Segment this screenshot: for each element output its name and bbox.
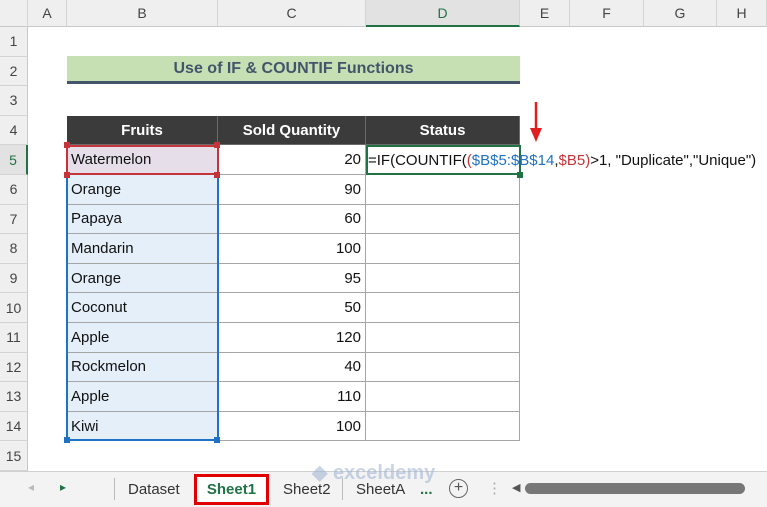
row-header-2[interactable]: 2 [0,56,28,87]
row-header-15[interactable]: 15 [0,441,28,471]
scroll-left-icon[interactable]: ◂ [28,480,34,494]
quantity-cell[interactable]: 60 [218,204,366,235]
formula-in-cell-d5[interactable]: =IF(COUNTIF(($B$5:$B$14, $B5) >1, "Duplica… [366,146,756,175]
quantity-cell[interactable]: 50 [218,293,366,323]
column-header-C[interactable]: C [218,0,366,27]
row-header-4[interactable]: 4 [0,115,28,146]
row-header-13[interactable]: 13 [0,382,28,412]
quantity-cell[interactable]: 110 [218,382,366,412]
splitter-icon[interactable]: ⋮ [487,479,502,497]
status-cell[interactable] [366,175,520,205]
column-header-B[interactable]: B [67,0,218,27]
row-header-12[interactable]: 12 [0,352,28,383]
status-cell[interactable] [366,263,520,294]
arrow-down-icon [530,102,542,142]
cell-ref: $B5 [558,152,586,169]
status-cell[interactable] [366,293,520,323]
ref-highlight-b5 [66,145,219,175]
quantity-cell[interactable]: 95 [218,263,366,294]
table-header: Sold Quantity [218,115,366,146]
row-header-3[interactable]: 3 [0,86,28,116]
status-cell[interactable] [366,323,520,353]
quantity-cell[interactable]: 100 [218,411,366,442]
table-header: Fruits [67,115,218,146]
quantity-cell[interactable]: 20 [218,145,366,175]
row-header-5[interactable]: 5 [0,145,28,175]
table-header: Status [366,115,520,146]
status-cell[interactable] [366,411,520,442]
row-header-6[interactable]: 6 [0,175,28,205]
range-ref: $B$5:$B$14 [471,152,555,169]
status-cell[interactable] [366,352,520,383]
watermark-logo: ◆ exceldemy [312,462,436,484]
column-header-D[interactable]: D [366,0,520,27]
add-sheet-icon[interactable]: + [449,479,468,498]
column-header-E[interactable]: E [520,0,570,27]
range-highlight-b5-b14 [66,145,219,442]
row-header-14[interactable]: 14 [0,411,28,442]
row-header-7[interactable]: 7 [0,204,28,235]
range-handle[interactable] [214,437,220,444]
status-cell[interactable] [366,234,520,264]
column-header-A[interactable]: A [28,0,67,27]
row-header-11[interactable]: 11 [0,323,28,353]
column-header-G[interactable]: G [644,0,717,27]
range-handle[interactable] [64,172,70,178]
range-handle[interactable] [64,437,70,444]
row-header-8[interactable]: 8 [0,234,28,264]
sheet-title: Use of IF & COUNTIF Functions [67,56,520,84]
column-header-F[interactable]: F [570,0,644,27]
range-handle[interactable] [64,142,70,149]
scroll-right-icon[interactable]: ▸ [60,480,66,494]
formula-part: =IF(COUNTIF( [368,152,467,169]
select-all-corner[interactable] [0,0,28,27]
row-header-10[interactable]: 10 [0,293,28,323]
quantity-cell[interactable]: 120 [218,323,366,353]
formula-rest: >1, "Duplicate","Unique") [590,152,757,169]
range-handle[interactable] [214,172,220,178]
tab-sheet1[interactable]: Sheet1 [194,474,269,505]
status-cell[interactable] [366,382,520,412]
quantity-cell[interactable]: 100 [218,234,366,264]
column-header-H[interactable]: H [717,0,767,27]
hscroll-left-icon[interactable]: ◀ [512,481,520,494]
tab-dataset[interactable]: Dataset [128,472,180,506]
row-header-9[interactable]: 9 [0,263,28,294]
quantity-cell[interactable]: 40 [218,352,366,383]
range-handle[interactable] [214,142,220,149]
row-header-1[interactable]: 1 [0,27,28,57]
status-cell[interactable] [366,204,520,235]
quantity-cell[interactable]: 90 [218,175,366,205]
horizontal-scrollbar[interactable] [525,483,745,494]
